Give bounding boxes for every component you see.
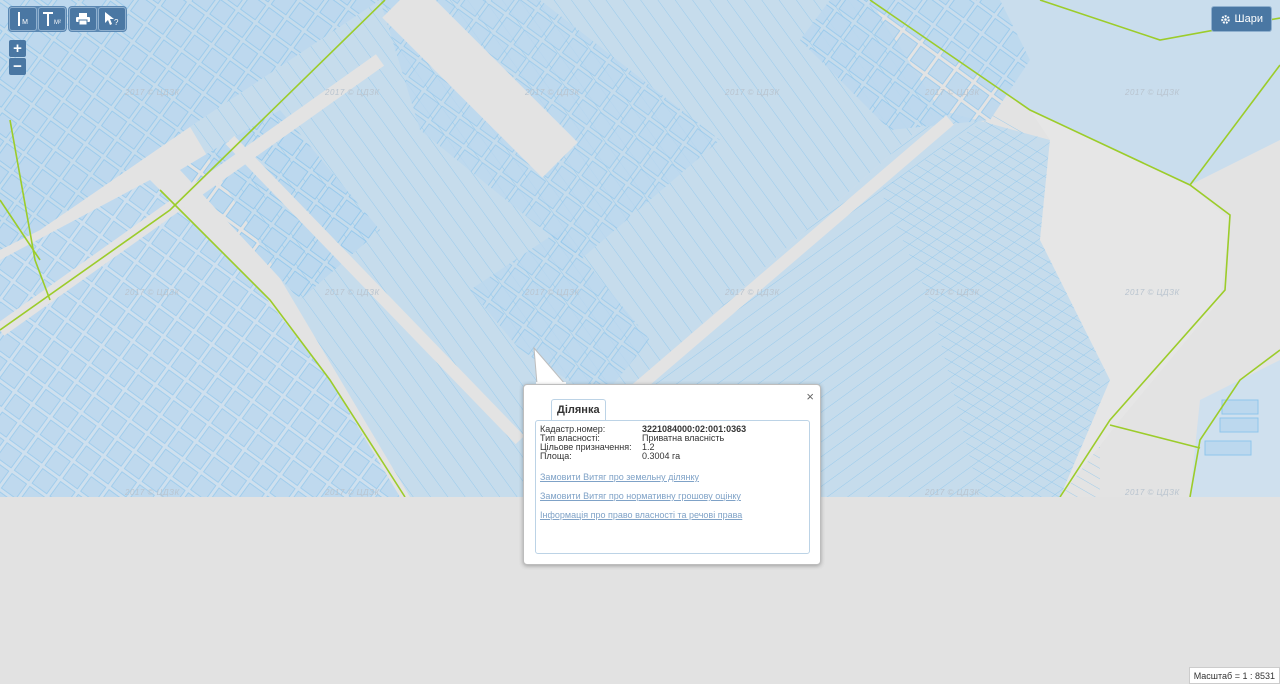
tools-toolbar: ? <box>68 6 127 32</box>
area-value: 0.3004 га <box>642 451 681 461</box>
watermark: 2017 © ЦДЗК <box>1125 88 1180 97</box>
watermark: 2017 © ЦДЗК <box>1125 488 1180 497</box>
ownership-rights-info-link[interactable]: Інформація про право власності та речові… <box>540 510 805 520</box>
measure-distance-button[interactable]: M <box>9 7 37 31</box>
scale-indicator: Масштаб = 1 : 8531 <box>1188 667 1280 684</box>
watermark: 2017 © ЦДЗК <box>925 88 980 97</box>
watermark: 2017 © ЦДЗК <box>325 288 380 297</box>
order-land-extract-link[interactable]: Замовити Витяг про земельну ділянку <box>540 472 805 482</box>
measure-area-button[interactable]: M² <box>38 7 66 31</box>
ruler-m-icon: M <box>18 12 28 26</box>
tab-parcel[interactable]: Ділянка <box>551 399 606 420</box>
watermark: 2017 © ЦДЗК <box>325 488 380 497</box>
popup-content: Кадастр.номер: 3221084000:02:001:0363 Ти… <box>535 420 810 554</box>
parcel-info-popup: × Ділянка Кадастр.номер: 3221084000:02:0… <box>523 384 821 565</box>
parcel-area-bottomright <box>1190 360 1280 497</box>
watermark: 2017 © ЦДЗК <box>325 88 380 97</box>
watermark: 2017 © ЦДЗК <box>725 288 780 297</box>
cursor-question-icon: ? <box>105 12 119 26</box>
zoom-out-button[interactable]: − <box>9 58 26 75</box>
gear-icon <box>1220 14 1230 24</box>
measure-toolbar: M M² <box>8 6 67 32</box>
order-valuation-extract-link[interactable]: Замовити Витяг про нормативну грошову оц… <box>540 491 805 501</box>
watermark: 2017 © ЦДЗК <box>725 88 780 97</box>
identify-button[interactable]: ? <box>98 7 126 31</box>
zoom-in-button[interactable]: + <box>9 40 26 57</box>
watermark: 2017 © ЦДЗК <box>125 288 180 297</box>
svg-text:?: ? <box>114 18 119 26</box>
info-row-area: Площа: 0.3004 га <box>540 452 805 461</box>
watermark: 2017 © ЦДЗК <box>125 88 180 97</box>
layers-button[interactable]: Шари <box>1210 6 1272 32</box>
print-button[interactable] <box>69 7 97 31</box>
watermark: 2017 © ЦДЗК <box>925 488 980 497</box>
watermark: 2017 © ЦДЗК <box>525 88 580 97</box>
ruler-m2-icon: M² <box>43 12 61 26</box>
zoom-control: + − <box>9 40 26 75</box>
layers-button-label: Шари <box>1234 13 1263 25</box>
info-label: Площа: <box>540 451 572 461</box>
close-icon[interactable]: × <box>806 389 814 404</box>
watermark: 2017 © ЦДЗК <box>1125 288 1180 297</box>
print-icon <box>76 13 90 25</box>
watermark: 2017 © ЦДЗК <box>125 488 180 497</box>
watermark: 2017 © ЦДЗК <box>525 288 580 297</box>
watermark: 2017 © ЦДЗК <box>925 288 980 297</box>
